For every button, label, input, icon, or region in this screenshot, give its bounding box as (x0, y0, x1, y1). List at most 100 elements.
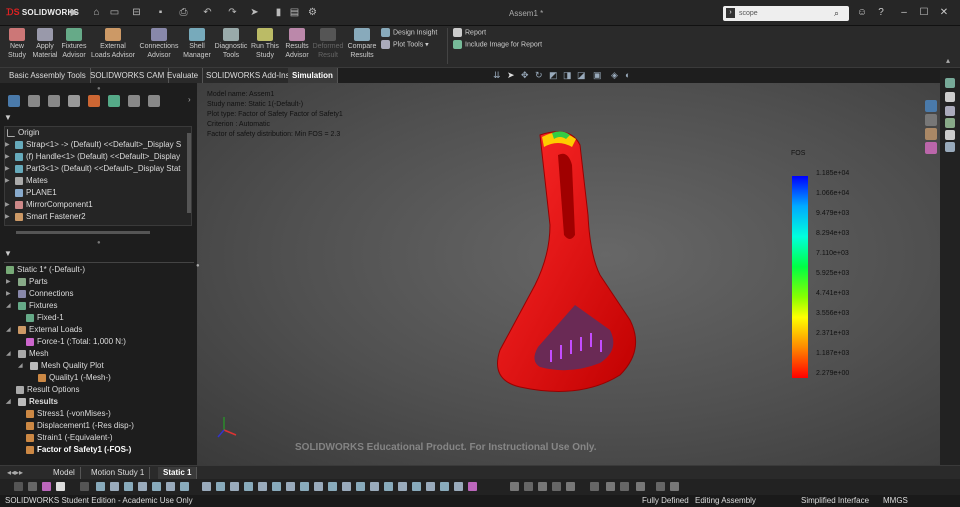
study-item-mesh[interactable]: ◢ Mesh (6, 348, 49, 360)
tree-scrollbar[interactable] (187, 133, 191, 213)
tool-icon[interactable] (286, 482, 295, 491)
tab-evaluate[interactable]: Evaluate (163, 68, 204, 83)
more-tabs-icon[interactable]: › (188, 95, 191, 104)
tool-icon[interactable] (42, 482, 51, 491)
tool-icon[interactable] (110, 482, 119, 491)
study-item-mesh-quality-plot[interactable]: ◢ Mesh Quality Plot (18, 360, 104, 372)
tool-icon[interactable] (656, 482, 665, 491)
save-icon[interactable]: ▪ (154, 6, 167, 19)
pin-ribbon-icon[interactable]: ▴ (946, 56, 950, 65)
tree-filter[interactable]: ▼ (4, 113, 194, 125)
collapse-arrow-icon[interactable]: ◢ (6, 300, 11, 312)
maximize-button[interactable]: ☐ (917, 7, 931, 18)
pan-icon[interactable]: ✥ (521, 70, 531, 80)
tree-item-mirror-component[interactable]: ▶ MirrorComponent1 (5, 199, 93, 211)
floating-view-icon[interactable] (925, 100, 937, 112)
tool-icon[interactable] (454, 482, 463, 491)
tool-icon[interactable] (244, 482, 253, 491)
external-loads-advisor-button[interactable]: External Loads Advisor (90, 28, 136, 60)
configuration-tab-icon[interactable] (48, 95, 60, 107)
close-button[interactable]: ✕ (937, 7, 951, 18)
expand-arrow-icon[interactable]: ▶ (5, 139, 10, 151)
tool-icon[interactable] (230, 482, 239, 491)
tool-icon[interactable] (300, 482, 309, 491)
study-item-strain-1[interactable]: Strain1 (-Equivalent-) (26, 432, 113, 444)
tree-item-mates[interactable]: ▶ Mates (5, 175, 48, 187)
study-item-quality-1[interactable]: Quality1 (-Mesh-) (38, 372, 111, 384)
study-item-external-loads[interactable]: ◢ External Loads (6, 324, 82, 336)
expand-menu-icon[interactable]: ▶ (68, 6, 81, 19)
minimize-button[interactable]: – (897, 7, 911, 18)
options-gear-icon[interactable]: ⚙ (306, 6, 319, 19)
tab-model[interactable]: Model (48, 467, 81, 479)
tab-solidworks-addins[interactable]: SOLIDWORKS Add-Ins (202, 68, 295, 83)
tree-item-part3[interactable]: ▶ Part3<1> (Default) <<Default>_Display S… (5, 163, 181, 175)
status-units[interactable]: MMGS (883, 495, 908, 507)
file-explorer-icon[interactable] (945, 106, 955, 116)
floating-appearance-icon[interactable] (925, 142, 937, 154)
property-manager-tab-icon[interactable] (28, 95, 40, 107)
home-icon[interactable]: ⌂ (90, 6, 103, 19)
study-item-stress-1[interactable]: Stress1 (-vonMises-) (26, 408, 111, 420)
edit-appearance-icon[interactable]: ◈ (611, 70, 621, 80)
diagnostic-tools-button[interactable]: Diagnostic Tools (214, 28, 248, 60)
tool-icon[interactable] (180, 482, 189, 491)
tree-item-strap[interactable]: ▶ Strap<1> -> (Default) <<Default>_Displa… (5, 139, 181, 151)
tab-static-1[interactable]: Static 1 (158, 467, 198, 479)
tool-icon[interactable] (510, 482, 519, 491)
display-style-icon[interactable]: ◪ (577, 70, 587, 80)
tool-icon[interactable] (314, 482, 323, 491)
tool-icon[interactable] (670, 482, 679, 491)
compare-results-button[interactable]: Compare Results (346, 28, 378, 60)
tool-icon[interactable] (524, 482, 533, 491)
fixtures-advisor-button[interactable]: Fixtures Advisor (60, 28, 88, 60)
view-orientation-icon[interactable]: ◨ (563, 70, 573, 80)
resources-icon[interactable] (945, 78, 955, 88)
tree-horizontal-scrollbar[interactable] (16, 231, 150, 234)
tool-icon[interactable] (356, 482, 365, 491)
print-icon[interactable]: ⎙ (177, 6, 190, 19)
study-tree-filter[interactable]: ▼ (4, 249, 194, 263)
expand-arrow-icon[interactable]: ▶ (5, 175, 10, 187)
search-icon[interactable]: ⌕ (834, 6, 839, 21)
tool-icon[interactable] (14, 482, 23, 491)
connections-advisor-button[interactable]: Connections Advisor (138, 28, 180, 60)
tool-icon[interactable] (96, 482, 105, 491)
tree-item-smart-fastener[interactable]: ▶ Smart Fastener2 (5, 211, 86, 223)
tool-icon[interactable] (258, 482, 267, 491)
tool-icon[interactable] (398, 482, 407, 491)
study-item-displacement-1[interactable]: Displacement1 (-Res disp-) (26, 420, 134, 432)
tab-scroll-arrows-icon[interactable]: ◂◂▸▸ (2, 467, 28, 479)
splitter-handle-icon[interactable]: ● (97, 86, 101, 92)
custom-properties-icon[interactable] (945, 142, 955, 152)
tree-item-origin[interactable]: Origin (7, 127, 39, 139)
view-palette-icon[interactable] (945, 118, 955, 128)
floating-section-icon[interactable] (925, 114, 937, 126)
collapse-arrow-icon[interactable]: ◢ (6, 324, 11, 336)
search-input[interactable]: › scope ⌕ (723, 6, 849, 21)
file-properties-icon[interactable]: ▤ (288, 6, 301, 19)
panel-split-handle-icon[interactable]: ● (97, 240, 101, 246)
study-item-factor-of-safety-1[interactable]: Factor of Safety1 (-FOS-) (26, 444, 131, 456)
new-study-button[interactable]: New Study (4, 28, 30, 60)
rebuild-icon[interactable]: ▮ (272, 6, 285, 19)
section-view-icon[interactable]: ◩ (549, 70, 559, 80)
tab-basic-assembly-tools[interactable]: Basic Assembly Tools (5, 68, 91, 83)
tab-solidworks-cam[interactable]: SOLIDWORKS CAM (86, 68, 170, 83)
tool-icon[interactable] (272, 482, 281, 491)
study-item-result-options[interactable]: Result Options (16, 384, 79, 396)
design-library-icon[interactable] (945, 92, 955, 102)
help-icon[interactable]: ? (874, 7, 888, 18)
expand-arrow-icon[interactable]: ▶ (6, 288, 11, 300)
zoom-to-fit-icon[interactable]: ⇊ (493, 70, 503, 80)
tool-icon[interactable] (342, 482, 351, 491)
tool-icon[interactable] (216, 482, 225, 491)
tool-icon[interactable] (384, 482, 393, 491)
tool-icon[interactable] (138, 482, 147, 491)
tool-icon[interactable] (606, 482, 615, 491)
report-button[interactable]: Report (453, 28, 486, 37)
collapse-arrow-icon[interactable]: ◢ (6, 396, 11, 408)
tab-motion-study-1[interactable]: Motion Study 1 (86, 467, 151, 479)
tool-icon[interactable] (538, 482, 547, 491)
redo-icon[interactable]: ↷ (226, 6, 239, 19)
